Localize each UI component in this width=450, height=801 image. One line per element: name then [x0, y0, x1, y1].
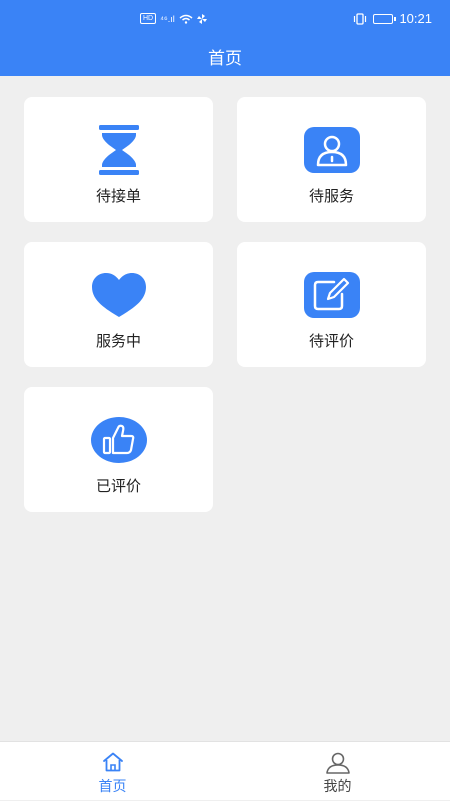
tab-label: 首页	[98, 778, 127, 794]
card-label: 待接单	[95, 188, 141, 205]
page-title: 首页	[208, 49, 242, 68]
status-indicators: HD ⁴⁶.ıl	[140, 13, 207, 24]
vibrate-icon	[354, 12, 367, 25]
tab-mine[interactable]: 我的	[225, 742, 450, 801]
hd-badge: HD	[140, 13, 157, 24]
edit-icon	[303, 272, 360, 318]
wifi-icon	[179, 14, 193, 24]
card-pending-review[interactable]: 待评价	[237, 242, 426, 367]
person-icon	[325, 752, 350, 774]
status-right: 10:21	[353, 11, 432, 26]
card-pending-orders[interactable]: 待接单	[24, 97, 213, 222]
tab-home[interactable]: 首页	[0, 742, 225, 801]
card-reviewed[interactable]: 已评价	[24, 387, 213, 512]
battery-icon	[373, 13, 397, 24]
card-pending-service[interactable]: 待服务	[237, 97, 426, 222]
heart-icon	[91, 273, 146, 317]
bottom-tab-bar: 首页 我的	[0, 741, 450, 800]
card-label: 待服务	[308, 188, 354, 205]
thumbs-up-icon	[90, 417, 147, 463]
card-label: 已评价	[95, 478, 141, 495]
user-badge-icon	[303, 127, 360, 173]
card-in-service[interactable]: 服务中	[24, 242, 213, 367]
hourglass-icon	[98, 125, 139, 175]
top-bar: HD ⁴⁶.ıl 10:21 首页	[0, 0, 450, 76]
home-icon	[102, 752, 123, 772]
signal-icon: ⁴⁶.ıl	[160, 13, 175, 24]
tab-label: 我的	[323, 778, 352, 794]
card-label: 服务中	[95, 333, 141, 350]
pinwheel-icon	[196, 13, 207, 24]
clock: 10:21	[399, 11, 432, 26]
card-label: 待评价	[308, 333, 354, 350]
status-bar: HD ⁴⁶.ıl 10:21	[0, 0, 450, 36]
